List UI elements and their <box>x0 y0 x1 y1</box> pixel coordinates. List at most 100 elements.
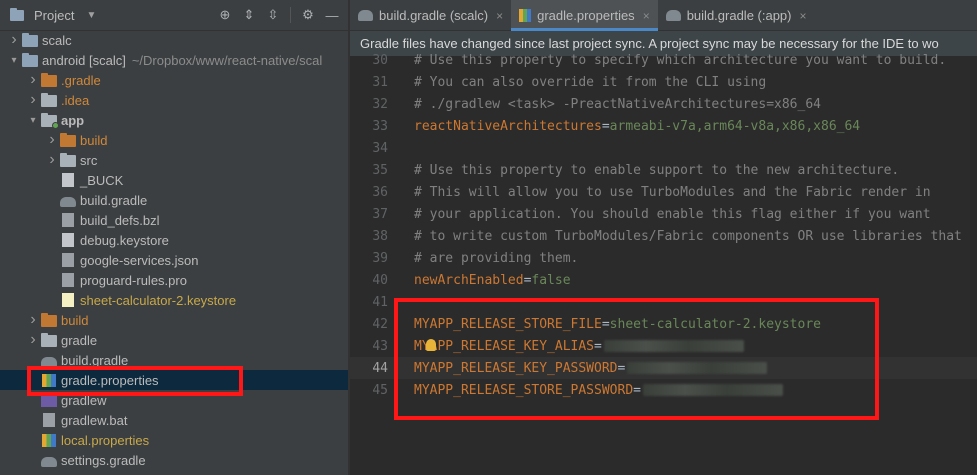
tree-item[interactable]: gradle.properties <box>0 370 348 390</box>
code-line[interactable]: 34 <box>350 137 977 159</box>
tree-item[interactable]: build.gradle <box>0 350 348 370</box>
tree-item[interactable]: local.properties <box>0 430 348 450</box>
tree-item-label: gradlew <box>61 392 107 408</box>
chevron-right-icon[interactable]: › <box>6 31 22 49</box>
properties-file-icon <box>42 373 56 387</box>
tree-item[interactable]: gradlew <box>0 390 348 410</box>
code-text: MYAPP_RELEASE_STORE_FILE=sheet-calculato… <box>414 317 821 332</box>
line-number: 40 <box>372 272 388 288</box>
code-text: # your application. You should enable th… <box>414 206 931 222</box>
folder-icon <box>41 112 59 129</box>
close-icon[interactable]: × <box>496 9 503 23</box>
tree-item[interactable]: proguard-rules.pro <box>0 270 348 290</box>
tree-item[interactable]: settings.gradle <box>0 450 348 470</box>
tree-item-label: _BUCK <box>80 172 124 188</box>
tree-item[interactable]: ▾ android [scalc] ~/Dropbox/www/react-nati… <box>0 50 348 70</box>
code-text: reactNativeArchitectures=armeabi-v7a,arm… <box>414 119 860 134</box>
code-line[interactable]: 32 # ./gradlew <task> -PreactNativeArchit… <box>350 93 977 115</box>
tree-item[interactable]: › gradle <box>0 330 348 350</box>
code-line[interactable]: 45 MYAPP_RELEASE_STORE_PASSWORD= <box>350 379 977 401</box>
hide-panel-icon[interactable]: — <box>323 6 341 24</box>
file-icon <box>62 273 74 287</box>
project-tree: › scalc ▾ android [scalc] ~/Dropbox/www/reac… <box>0 30 348 470</box>
code-line[interactable]: 42 MYAPP_RELEASE_STORE_FILE=sheet-calcula… <box>350 313 977 335</box>
code-line[interactable]: 41 <box>350 291 977 313</box>
tree-item[interactable]: sheet-calculator-2.keystore <box>0 290 348 310</box>
editor-tab[interactable]: build.gradle (:app) × <box>658 0 815 31</box>
tree-item[interactable]: › .idea <box>0 90 348 110</box>
tree-item-label: local.properties <box>61 432 150 448</box>
toolbar-divider <box>290 7 291 23</box>
property-key: MYAPP_RELEASE_STORE_PASSWORD <box>414 382 634 398</box>
tree-item[interactable]: debug.keystore <box>0 230 348 250</box>
code-line[interactable]: 43 MYAPP_RELEASE_KEY_ALIAS= <box>350 335 977 357</box>
code-line[interactable]: 37 # your application. You should enable … <box>350 203 977 225</box>
tree-item[interactable]: › build <box>0 130 348 150</box>
tree-item-label: app <box>61 112 85 128</box>
redacted-value <box>627 362 768 374</box>
chevron-right-icon[interactable]: › <box>25 91 41 109</box>
tree-item[interactable]: _BUCK <box>0 170 348 190</box>
editor-tab-bar: build.gradle (scalc) × gradle.properties × b… <box>350 0 977 31</box>
chevron-right-icon[interactable]: › <box>25 71 41 89</box>
project-panel-header: Project ▼ ⊕ ⇕ ⇳ ⚙ — <box>0 0 348 31</box>
tree-item-label: sheet-calculator-2.keystore <box>80 292 237 308</box>
tree-item[interactable]: › .gradle <box>0 70 348 90</box>
lightbulb-icon[interactable] <box>426 339 436 351</box>
editor-tab[interactable]: gradle.properties × <box>511 0 658 31</box>
folder-icon <box>22 52 38 67</box>
editor-tab[interactable]: build.gradle (scalc) × <box>350 0 511 31</box>
property-key: MYAPP_RELEASE_STORE_FILE <box>414 316 602 332</box>
code-text: # Use this property to enable support to… <box>414 162 900 178</box>
code-line[interactable]: 35 # Use this property to enable support … <box>350 159 977 181</box>
tree-item[interactable]: google-services.json <box>0 250 348 270</box>
chevron-down-icon[interactable]: ▾ <box>6 55 22 66</box>
code-line[interactable]: 36 # This will allow you to use TurboModu… <box>350 181 977 203</box>
tree-item[interactable]: › src <box>0 150 348 170</box>
line-number: 30 <box>372 52 388 68</box>
gear-icon[interactable]: ⚙ <box>299 6 317 24</box>
tree-item[interactable]: › scalc <box>0 30 348 50</box>
file-icon <box>62 253 74 267</box>
close-icon[interactable]: × <box>643 9 650 23</box>
line-number: 39 <box>372 250 388 266</box>
file-icon <box>62 233 74 247</box>
code-line[interactable]: 30 # Use this property to specify which a… <box>350 49 977 71</box>
code-line[interactable]: 44 MYAPP_RELEASE_KEY_PASSWORD= <box>350 357 977 379</box>
chevron-right-icon[interactable]: › <box>44 151 60 169</box>
line-number: 45 <box>372 382 388 398</box>
code-line[interactable]: 31 # You can also override it from the CL… <box>350 71 977 93</box>
tree-item-label: google-services.json <box>80 252 199 268</box>
tree-item[interactable]: › build <box>0 310 348 330</box>
tree-item[interactable]: build_defs.bzl <box>0 210 348 230</box>
code-line[interactable]: 39 # are providing them. <box>350 247 977 269</box>
property-value: false <box>531 272 571 288</box>
code-text: MYAPP_RELEASE_KEY_ALIAS= <box>414 339 744 354</box>
line-number: 33 <box>372 118 388 134</box>
chevron-right-icon[interactable]: › <box>25 311 41 329</box>
line-number: 34 <box>372 140 388 156</box>
code-editor[interactable]: 30 # Use this property to specify which a… <box>350 49 977 401</box>
editor-area: build.gradle (scalc) × gradle.properties × b… <box>350 0 977 475</box>
collapse-all-icon[interactable]: ⇳ <box>264 6 282 24</box>
project-view-selector[interactable]: Project <box>34 8 74 23</box>
code-line[interactable]: 40 newArchEnabled=false <box>350 269 977 291</box>
chevron-right-icon[interactable]: › <box>25 331 41 349</box>
tree-item[interactable]: gradlew.bat <box>0 410 348 430</box>
locate-file-icon[interactable]: ⊕ <box>216 6 234 24</box>
chevron-down-icon[interactable]: ▾ <box>25 115 41 126</box>
close-icon[interactable]: × <box>800 9 807 23</box>
folder-icon <box>60 132 76 147</box>
tree-item-label: gradle.properties <box>61 372 159 388</box>
tree-item-label: .idea <box>61 92 90 108</box>
tree-item[interactable]: build.gradle <box>0 190 348 210</box>
chevron-right-icon[interactable]: › <box>44 131 60 149</box>
expand-all-icon[interactable]: ⇕ <box>240 6 258 24</box>
tree-item[interactable]: ▾ app <box>0 110 348 130</box>
code-line[interactable]: 33 reactNativeArchitectures=armeabi-v7a,a… <box>350 115 977 137</box>
property-value: sheet-calculator-2.keystore <box>609 316 821 332</box>
module-badge-icon <box>52 121 59 129</box>
code-line[interactable]: 38 # to write custom TurboModules/Fabric … <box>350 225 977 247</box>
chevron-down-icon[interactable]: ▼ <box>86 10 96 21</box>
code-text: # Use this property to specify which arc… <box>414 52 947 68</box>
